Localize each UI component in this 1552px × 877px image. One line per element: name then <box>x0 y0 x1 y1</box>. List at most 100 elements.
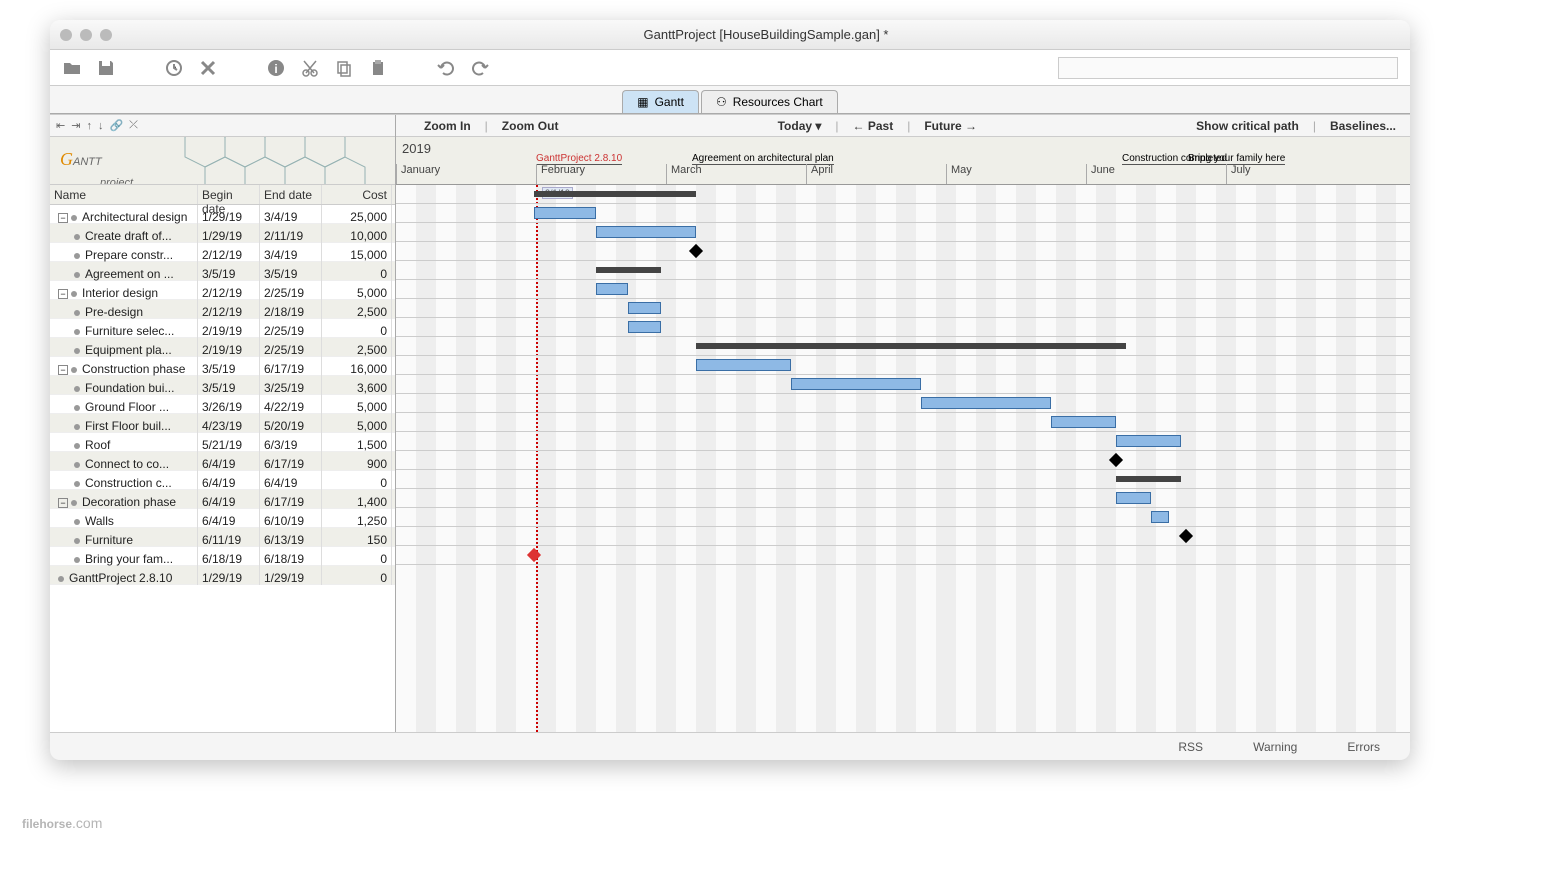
collapse-toggle[interactable]: − <box>58 365 68 375</box>
delete-icon[interactable] <box>198 58 218 78</box>
task-name: Interior design <box>82 286 158 300</box>
task-row[interactable]: Equipment pla...2/19/192/25/192,500 <box>50 338 395 357</box>
task-begin: 6/4/19 <box>198 452 260 471</box>
task-row[interactable]: Prepare constr...2/12/193/4/1915,000 <box>50 243 395 262</box>
movedown-icon[interactable]: ↓ <box>98 120 104 132</box>
today-button[interactable]: Today <box>764 119 836 133</box>
history-icon[interactable] <box>164 58 184 78</box>
col-cost[interactable]: Cost <box>322 185 392 204</box>
task-bar[interactable] <box>791 378 921 390</box>
task-row[interactable]: Connect to co...6/4/196/17/19900 <box>50 452 395 471</box>
col-name[interactable]: Name <box>50 185 198 204</box>
collapse-toggle[interactable]: − <box>58 213 68 223</box>
undo-icon[interactable] <box>436 58 456 78</box>
collapse-toggle[interactable]: − <box>58 289 68 299</box>
col-end[interactable]: End date <box>260 185 322 204</box>
chart-panel: Zoom In | Zoom Out Today | ← Past | Futu… <box>396 115 1410 732</box>
task-row[interactable]: −Construction phase3/5/196/17/1916,000 <box>50 357 395 376</box>
task-begin: 3/5/19 <box>198 357 260 376</box>
unlink-icon[interactable]: ⤫ <box>129 119 138 132</box>
task-bar[interactable] <box>696 343 1126 349</box>
collapse-toggle[interactable]: − <box>58 498 68 508</box>
search-input[interactable] <box>1058 57 1398 79</box>
task-bar[interactable] <box>1116 476 1181 482</box>
task-name: Prepare constr... <box>85 248 173 262</box>
zoomout-button[interactable]: Zoom Out <box>488 119 573 133</box>
task-bar[interactable] <box>696 359 791 371</box>
past-button[interactable]: ← Past <box>839 119 908 133</box>
task-row[interactable]: −Interior design2/12/192/25/195,000 <box>50 281 395 300</box>
warning-link[interactable]: Warning <box>1253 740 1297 754</box>
open-icon[interactable] <box>62 58 82 78</box>
task-row[interactable]: Furniture6/11/196/13/19150 <box>50 528 395 547</box>
task-name: Furniture <box>85 533 133 547</box>
errors-link[interactable]: Errors <box>1347 740 1380 754</box>
task-end: 6/18/19 <box>260 547 322 566</box>
task-bar[interactable] <box>921 397 1051 409</box>
task-bar[interactable] <box>628 321 661 333</box>
link-icon[interactable]: 🔗 <box>109 119 123 132</box>
task-row[interactable]: Roof5/21/196/3/191,500 <box>50 433 395 452</box>
copy-icon[interactable] <box>334 58 354 78</box>
task-bar[interactable] <box>1116 435 1181 447</box>
task-row[interactable]: Agreement on ...3/5/193/5/190 <box>50 262 395 281</box>
task-cost: 5,000 <box>322 395 392 414</box>
task-name: Construction phase <box>82 362 185 376</box>
task-row[interactable]: Furniture selec...2/19/192/25/190 <box>50 319 395 338</box>
task-bar[interactable] <box>596 226 696 238</box>
indent-icon[interactable]: ⇥ <box>71 119 80 132</box>
task-panel: ⇤ ⇥ ↑ ↓ 🔗 ⤫ GANTTproject Name Begin date… <box>50 115 396 732</box>
task-cost: 2,500 <box>322 300 392 319</box>
task-bar[interactable] <box>534 191 696 197</box>
task-bar[interactable] <box>1116 492 1151 504</box>
task-row[interactable]: Construction c...6/4/196/4/190 <box>50 471 395 490</box>
task-bar[interactable] <box>596 283 628 295</box>
zoomin-button[interactable]: Zoom In <box>410 119 485 133</box>
task-list[interactable]: −Architectural design1/29/193/4/1925,000… <box>50 205 395 732</box>
cut-icon[interactable] <box>300 58 320 78</box>
critical-path-button[interactable]: Show critical path <box>1182 119 1313 133</box>
task-begin: 6/4/19 <box>198 490 260 509</box>
maximize-icon[interactable] <box>100 29 112 41</box>
task-row[interactable]: Create draft of...1/29/192/11/1910,000 <box>50 224 395 243</box>
task-toolbar: ⇤ ⇥ ↑ ↓ 🔗 ⤫ <box>50 115 395 137</box>
task-name: Equipment pla... <box>85 343 172 357</box>
save-icon[interactable] <box>96 58 116 78</box>
rss-link[interactable]: RSS <box>1178 740 1203 754</box>
tab-gantt[interactable]: ▦Gantt <box>622 90 699 113</box>
redo-icon[interactable] <box>470 58 490 78</box>
task-row[interactable]: Ground Floor ...3/26/194/22/195,000 <box>50 395 395 414</box>
task-dot-icon <box>74 405 80 411</box>
task-row[interactable]: −Architectural design1/29/193/4/1925,000 <box>50 205 395 224</box>
task-cost: 5,000 <box>322 414 392 433</box>
minimize-icon[interactable] <box>80 29 92 41</box>
baselines-button[interactable]: Baselines... <box>1316 119 1410 133</box>
task-row[interactable]: First Floor buil...4/23/195/20/195,000 <box>50 414 395 433</box>
tab-resources[interactable]: ⚇Resources Chart <box>701 90 838 113</box>
outdent-icon[interactable]: ⇤ <box>56 119 65 132</box>
task-dot-icon <box>74 443 80 449</box>
task-row[interactable]: Foundation bui...3/5/193/25/193,600 <box>50 376 395 395</box>
future-button[interactable]: Future → <box>910 119 991 133</box>
gantt-grid[interactable]: 2/1/19 <box>396 185 1410 732</box>
task-row[interactable]: Walls6/4/196/10/191,250 <box>50 509 395 528</box>
task-end: 6/17/19 <box>260 452 322 471</box>
task-bar[interactable] <box>1151 511 1169 523</box>
info-icon[interactable]: i <box>266 58 286 78</box>
task-row[interactable]: −Decoration phase6/4/196/17/191,400 <box>50 490 395 509</box>
task-bar[interactable] <box>1051 416 1116 428</box>
task-bar[interactable] <box>596 267 661 273</box>
paste-icon[interactable] <box>368 58 388 78</box>
task-dot-icon <box>74 234 80 240</box>
task-name: First Floor buil... <box>85 419 171 433</box>
close-icon[interactable] <box>60 29 72 41</box>
task-row[interactable]: Bring your fam...6/18/196/18/190 <box>50 547 395 566</box>
task-end: 6/17/19 <box>260 490 322 509</box>
moveup-icon[interactable]: ↑ <box>86 120 92 132</box>
task-bar[interactable] <box>534 207 596 219</box>
task-row[interactable]: GanttProject 2.8.101/29/191/29/190 <box>50 566 395 585</box>
task-bar[interactable] <box>628 302 661 314</box>
col-begin[interactable]: Begin date <box>198 185 260 204</box>
task-row[interactable]: Pre-design2/12/192/18/192,500 <box>50 300 395 319</box>
month-label: January <box>396 164 536 184</box>
